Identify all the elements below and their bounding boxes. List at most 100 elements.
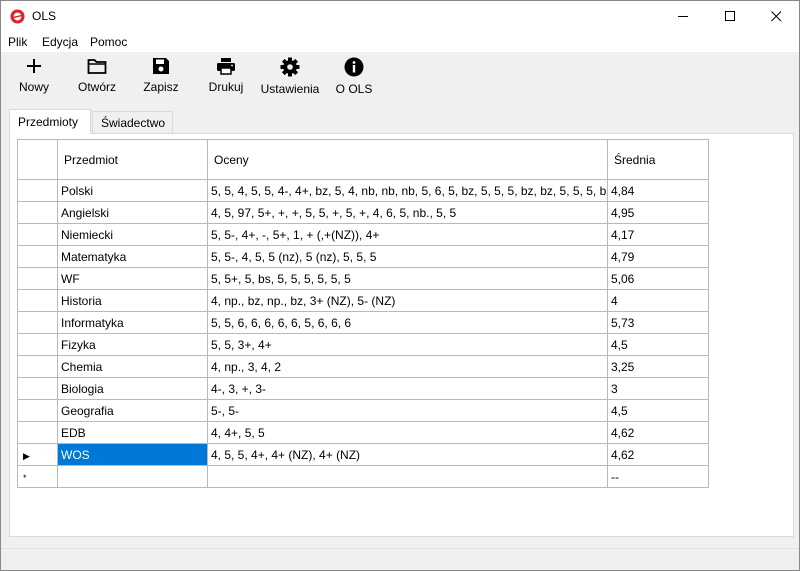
grades-cell[interactable]: 5, 5, 4, 5, 5, 4-, 4+, bz, 5, 4, nb, nb,… [207, 179, 608, 202]
row-header[interactable]: * [17, 465, 58, 488]
row-header[interactable] [17, 267, 58, 290]
subject-cell[interactable]: Historia [57, 289, 208, 312]
row-header[interactable] [17, 355, 58, 378]
new-row[interactable]: * -- [17, 465, 709, 488]
grades-grid[interactable]: Przedmiot Oceny Średnia Polski 5, 5, 4, 5… [17, 139, 709, 488]
new-button-label: Nowy [18, 80, 49, 94]
row-header[interactable] [17, 333, 58, 356]
grades-cell[interactable]: 5, 5, 6, 6, 6, 6, 6, 5, 6, 6, 6 [207, 311, 608, 334]
save-button-label: Zapisz [143, 80, 179, 94]
table-row[interactable]: Chemia 4, np., 3, 4, 2 3,25 [17, 355, 709, 378]
grades-cell[interactable]: 5, 5+, 5, bs, 5, 5, 5, 5, 5, 5 [207, 267, 608, 290]
column-header-grades[interactable]: Oceny [207, 139, 608, 180]
menu-pomoc[interactable]: Pomoc [90, 35, 127, 49]
settings-button-label: Ustawienia [260, 82, 320, 96]
grades-cell[interactable]: 4, 4+, 5, 5 [207, 421, 608, 444]
grid-body: Polski 5, 5, 4, 5, 5, 4-, 4+, bz, 5, 4, n… [17, 179, 709, 488]
average-cell[interactable]: 4,17 [607, 223, 709, 246]
average-cell[interactable]: 4,5 [607, 333, 709, 356]
grades-cell[interactable]: 5-, 5- [207, 399, 608, 422]
print-button[interactable]: Drukuj [204, 52, 248, 98]
row-header[interactable] [17, 179, 58, 202]
subject-cell[interactable]: EDB [57, 421, 208, 444]
average-cell[interactable]: 4,84 [607, 179, 709, 202]
subject-cell[interactable]: Informatyka [57, 311, 208, 334]
app-logo-icon [10, 9, 25, 24]
grades-cell[interactable] [207, 465, 608, 488]
table-row[interactable]: Historia 4, np., bz, np., bz, 3+ (NZ), 5-… [17, 289, 709, 312]
printer-icon [217, 58, 235, 75]
row-header[interactable] [17, 201, 58, 224]
average-cell[interactable]: 5,06 [607, 267, 709, 290]
tab-przedmioty[interactable]: Przedmioty [9, 109, 91, 134]
average-cell[interactable]: 4,62 [607, 421, 709, 444]
save-button[interactable]: Zapisz [139, 52, 183, 98]
subject-cell[interactable]: Fizyka [57, 333, 208, 356]
average-cell[interactable]: 4,5 [607, 399, 709, 422]
title-bar[interactable]: OLS [1, 1, 799, 32]
app-window: OLS Plik Edycja Pomoc Nowy Otwórz Zapisz [0, 0, 800, 571]
table-row[interactable]: Angielski 4, 5, 97, 5+, +, +, 5, 5, +, 5,… [17, 201, 709, 224]
average-cell[interactable]: 5,73 [607, 311, 709, 334]
table-row[interactable]: Informatyka 5, 5, 6, 6, 6, 6, 6, 5, 6, 6,… [17, 311, 709, 334]
row-header[interactable] [17, 245, 58, 268]
table-row[interactable]: WF 5, 5+, 5, bs, 5, 5, 5, 5, 5, 5 5,06 [17, 267, 709, 290]
open-button[interactable]: Otwórz [73, 52, 121, 98]
grades-cell[interactable]: 5, 5-, 4, 5, 5 (nz), 5 (nz), 5, 5, 5 [207, 245, 608, 268]
menu-edycja[interactable]: Edycja [42, 35, 78, 49]
subject-cell[interactable]: Niemiecki [57, 223, 208, 246]
grades-cell[interactable]: 4, 5, 5, 4+, 4+ (NZ), 4+ (NZ) [207, 443, 608, 466]
table-row[interactable]: Fizyka 5, 5, 3+, 4+ 4,5 [17, 333, 709, 356]
subject-cell[interactable]: Geografia [57, 399, 208, 422]
row-header[interactable] [17, 289, 58, 312]
column-header-average[interactable]: Średnia [607, 139, 709, 180]
subjects-panel: Przedmiot Oceny Średnia Polski 5, 5, 4, 5… [9, 133, 794, 537]
subject-cell[interactable]: WOS [57, 443, 208, 466]
subject-cell[interactable]: Polski [57, 179, 208, 202]
table-row[interactable]: Matematyka 5, 5-, 4, 5, 5 (nz), 5 (nz), 5… [17, 245, 709, 268]
subject-cell[interactable]: WF [57, 267, 208, 290]
new-button[interactable]: Nowy [13, 52, 55, 98]
average-cell[interactable]: 4,79 [607, 245, 709, 268]
row-header[interactable] [17, 377, 58, 400]
table-row[interactable]: Biologia 4-, 3, +, 3- 3 [17, 377, 709, 400]
table-row[interactable]: Niemiecki 5, 5-, 4+, -, 5+, 1, + (,+(NZ))… [17, 223, 709, 246]
gear-icon [280, 57, 300, 77]
row-header[interactable]: ▶ [17, 443, 58, 466]
menu-plik[interactable]: Plik [8, 35, 27, 49]
tab-swiadectwo[interactable]: Świadectwo [92, 111, 173, 134]
subject-cell[interactable] [57, 465, 208, 488]
average-cell[interactable]: 4,95 [607, 201, 709, 224]
row-header[interactable] [17, 311, 58, 334]
subject-cell[interactable]: Angielski [57, 201, 208, 224]
row-header[interactable] [17, 223, 58, 246]
grades-cell[interactable]: 4, np., 3, 4, 2 [207, 355, 608, 378]
about-button[interactable]: O OLS [333, 52, 375, 98]
grades-cell[interactable]: 5, 5-, 4+, -, 5+, 1, + (,+(NZ)), 4+ [207, 223, 608, 246]
grades-cell[interactable]: 4-, 3, +, 3- [207, 377, 608, 400]
subject-cell[interactable]: Matematyka [57, 245, 208, 268]
average-cell[interactable]: 3,25 [607, 355, 709, 378]
settings-button[interactable]: Ustawienia [258, 52, 322, 98]
table-row[interactable]: EDB 4, 4+, 5, 5 4,62 [17, 421, 709, 444]
subject-cell[interactable]: Biologia [57, 377, 208, 400]
subject-cell[interactable]: Chemia [57, 355, 208, 378]
average-cell[interactable]: 3 [607, 377, 709, 400]
grades-cell[interactable]: 5, 5, 3+, 4+ [207, 333, 608, 356]
maximize-button[interactable] [707, 1, 753, 32]
close-button[interactable] [753, 1, 799, 32]
table-row[interactable]: Polski 5, 5, 4, 5, 5, 4-, 4+, bz, 5, 4, n… [17, 179, 709, 202]
average-cell[interactable]: 4 [607, 289, 709, 312]
plus-icon [27, 59, 41, 73]
table-row[interactable]: ▶ WOS 4, 5, 5, 4+, 4+ (NZ), 4+ (NZ) 4,62 [17, 443, 709, 466]
grades-cell[interactable]: 4, 5, 97, 5+, +, +, 5, 5, +, 5, +, 4, 6,… [207, 201, 608, 224]
grades-cell[interactable]: 4, np., bz, np., bz, 3+ (NZ), 5- (NZ) [207, 289, 608, 312]
average-cell[interactable]: 4,62 [607, 443, 709, 466]
average-cell[interactable]: -- [607, 465, 709, 488]
row-header[interactable] [17, 399, 58, 422]
column-header-subject[interactable]: Przedmiot [57, 139, 208, 180]
grid-corner-header[interactable] [17, 139, 58, 180]
row-header[interactable] [17, 421, 58, 444]
minimize-button[interactable] [660, 1, 706, 32]
table-row[interactable]: Geografia 5-, 5- 4,5 [17, 399, 709, 422]
